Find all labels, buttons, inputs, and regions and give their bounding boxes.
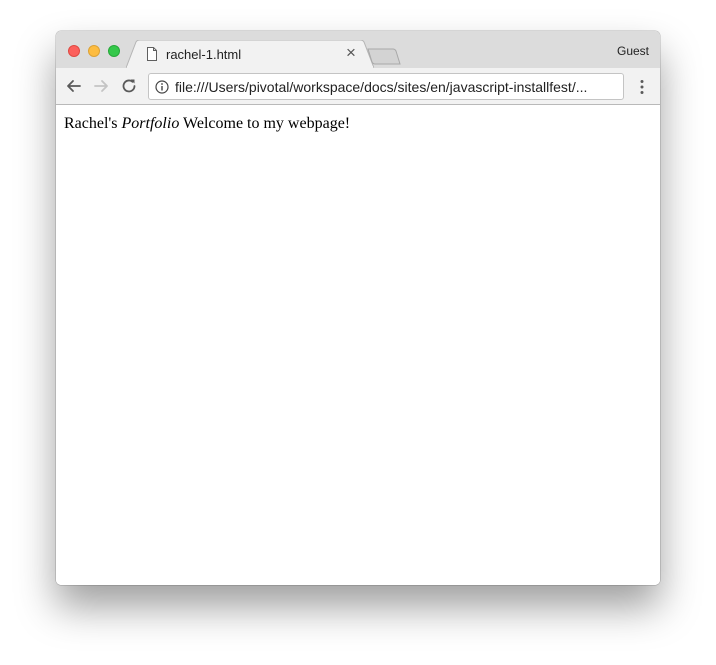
back-arrow-icon[interactable] xyxy=(65,77,83,95)
tab-active[interactable]: rachel-1.html × xyxy=(126,40,374,68)
address-bar[interactable]: file:///Users/pivotal/workspace/docs/sit… xyxy=(148,73,624,100)
tab-close-icon[interactable]: × xyxy=(342,44,360,62)
document-icon xyxy=(147,47,157,61)
window-maximize-button[interactable] xyxy=(108,45,120,57)
kebab-menu-icon[interactable] xyxy=(635,78,649,96)
profile-button[interactable]: Guest xyxy=(617,44,649,58)
page-text-name: Rachel's xyxy=(64,115,122,132)
tab-title: rachel-1.html xyxy=(166,47,242,62)
browser-window: rachel-1.html × Guest file:///Users/pivo… xyxy=(56,31,660,585)
page-body-text: Rachel's Portfolio Welcome to my webpage… xyxy=(64,115,350,133)
page-text-portfolio: Portfolio xyxy=(121,115,180,132)
window-close-button[interactable] xyxy=(68,45,80,57)
tab-strip: rachel-1.html × Guest xyxy=(56,31,660,68)
url-text: file:///Users/pivotal/workspace/docs/sit… xyxy=(175,79,588,95)
page-content: Rachel's Portfolio Welcome to my webpage… xyxy=(56,105,660,585)
tab-background xyxy=(126,40,374,68)
info-icon[interactable] xyxy=(155,80,169,94)
page-text-welcome: Welcome to my webpage! xyxy=(179,115,351,132)
toolbar: file:///Users/pivotal/workspace/docs/sit… xyxy=(56,68,660,105)
new-tab-button[interactable] xyxy=(367,48,401,65)
window-minimize-button[interactable] xyxy=(88,45,100,57)
reload-icon[interactable] xyxy=(120,77,138,95)
forward-arrow-icon[interactable] xyxy=(92,77,110,95)
